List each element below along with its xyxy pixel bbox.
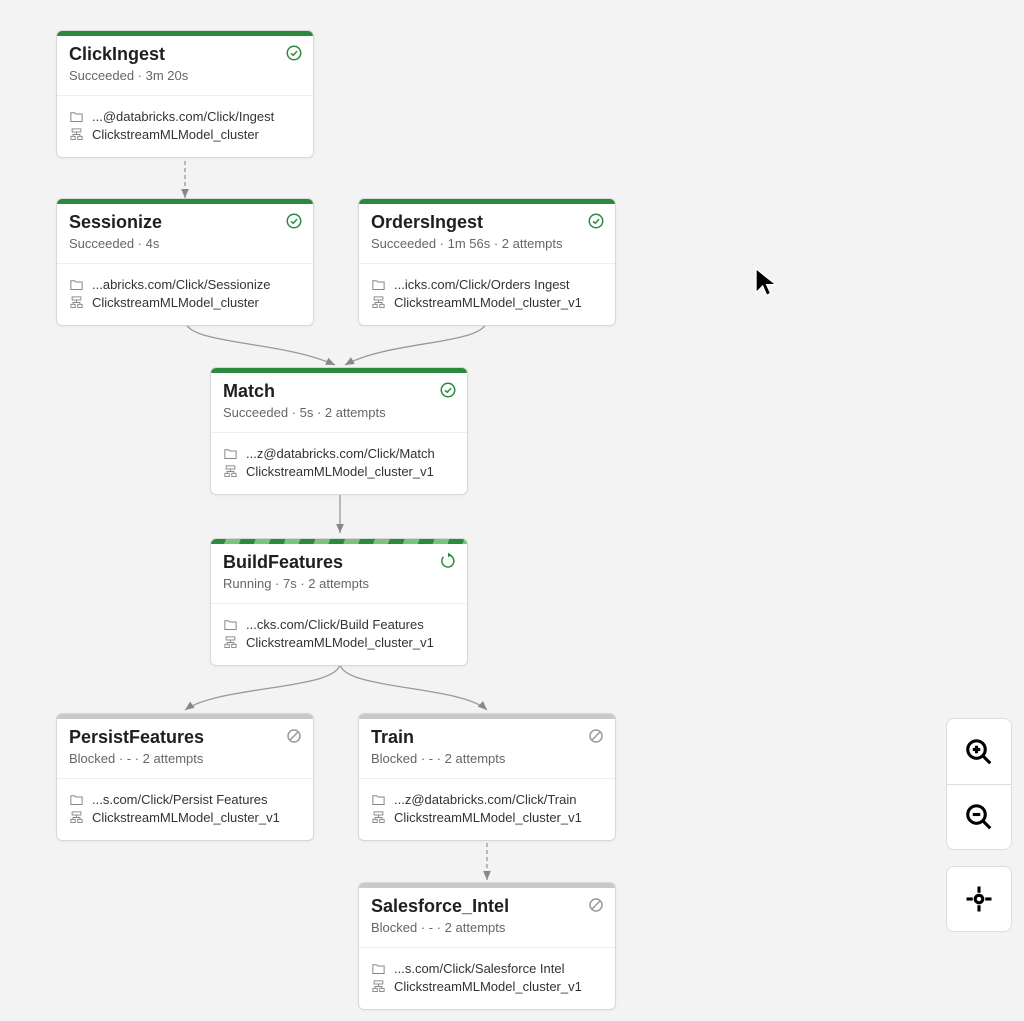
task-path-row: ...s.com/Click/Salesforce Intel (371, 961, 603, 976)
task-cluster-row: ClickstreamMLModel_cluster_v1 (69, 810, 301, 825)
task-node-clickingest[interactable]: ClickIngest Succeeded · 3m 20s ...@datab… (56, 30, 314, 158)
task-path: ...icks.com/Click/Orders Ingest (394, 277, 570, 292)
blocked-icon (587, 896, 605, 914)
task-path-row: ...@databricks.com/Click/Ingest (69, 109, 301, 124)
task-path: ...abricks.com/Click/Sessionize (92, 277, 270, 292)
task-cluster-row: ClickstreamMLModel_cluster_v1 (371, 810, 603, 825)
task-path-row: ...z@databricks.com/Click/Train (371, 792, 603, 807)
task-node-sessionize[interactable]: Sessionize Succeeded · 4s ...abricks.com… (56, 198, 314, 326)
task-path-row: ...z@databricks.com/Click/Match (223, 446, 455, 461)
folder-icon (371, 961, 386, 976)
folder-icon (69, 792, 84, 807)
task-path: ...s.com/Click/Salesforce Intel (394, 961, 565, 976)
cluster-icon (371, 979, 386, 994)
cluster-icon (69, 810, 84, 825)
zoom-out-icon (964, 802, 994, 832)
check-circle-icon (285, 44, 303, 62)
task-title: Match (223, 381, 455, 403)
task-path: ...s.com/Click/Persist Features (92, 792, 268, 807)
task-cluster: ClickstreamMLModel_cluster_v1 (246, 635, 434, 650)
refresh-icon (439, 552, 457, 570)
task-title: OrdersIngest (371, 212, 603, 234)
crosshair-icon (964, 884, 994, 914)
folder-icon (223, 617, 238, 632)
task-cluster-row: ClickstreamMLModel_cluster_v1 (223, 635, 455, 650)
task-path: ...cks.com/Click/Build Features (246, 617, 424, 632)
task-cluster: ClickstreamMLModel_cluster_v1 (394, 295, 582, 310)
zoom-in-icon (964, 737, 994, 767)
blocked-icon (587, 727, 605, 745)
task-status-text: Blocked · - · 2 attempts (69, 751, 301, 766)
task-status-text: Succeeded · 5s · 2 attempts (223, 405, 455, 420)
zoom-in-button[interactable] (946, 718, 1012, 784)
task-node-salesforce-intel[interactable]: Salesforce_Intel Blocked · - · 2 attempt… (358, 882, 616, 1010)
task-path-row: ...s.com/Click/Persist Features (69, 792, 301, 807)
task-status-text: Blocked · - · 2 attempts (371, 751, 603, 766)
task-node-train[interactable]: Train Blocked · - · 2 attempts ...z@data… (358, 713, 616, 841)
task-cluster: ClickstreamMLModel_cluster_v1 (246, 464, 434, 479)
cluster-icon (371, 295, 386, 310)
task-cluster: ClickstreamMLModel_cluster_v1 (92, 810, 280, 825)
task-path: ...@databricks.com/Click/Ingest (92, 109, 274, 124)
cluster-icon (223, 635, 238, 650)
task-title: ClickIngest (69, 44, 301, 66)
check-circle-icon (587, 212, 605, 230)
task-cluster-row: ClickstreamMLModel_cluster (69, 295, 301, 310)
folder-icon (69, 109, 84, 124)
cursor-icon (752, 266, 784, 298)
task-path: ...z@databricks.com/Click/Match (246, 446, 435, 461)
task-title: Train (371, 727, 603, 749)
task-cluster: ClickstreamMLModel_cluster (92, 127, 259, 142)
cluster-icon (69, 127, 84, 142)
folder-icon (69, 277, 84, 292)
task-status-text: Succeeded · 3m 20s (69, 68, 301, 83)
task-path-row: ...cks.com/Click/Build Features (223, 617, 455, 632)
center-graph-button[interactable] (946, 866, 1012, 932)
task-title: Sessionize (69, 212, 301, 234)
cluster-icon (371, 810, 386, 825)
task-node-ordersingest[interactable]: OrdersIngest Succeeded · 1m 56s · 2 atte… (358, 198, 616, 326)
task-status-text: Succeeded · 4s (69, 236, 301, 251)
task-node-match[interactable]: Match Succeeded · 5s · 2 attempts ...z@d… (210, 367, 468, 495)
dag-canvas[interactable]: ClickIngest Succeeded · 3m 20s ...@datab… (0, 0, 1024, 1021)
task-cluster-row: ClickstreamMLModel_cluster_v1 (371, 979, 603, 994)
folder-icon (371, 792, 386, 807)
cluster-icon (69, 295, 84, 310)
task-title: BuildFeatures (223, 552, 455, 574)
zoom-out-button[interactable] (946, 784, 1012, 850)
task-node-persistfeatures[interactable]: PersistFeatures Blocked · - · 2 attempts… (56, 713, 314, 841)
check-circle-icon (285, 212, 303, 230)
task-title: Salesforce_Intel (371, 896, 603, 918)
task-node-buildfeatures[interactable]: BuildFeatures Running · 7s · 2 attempts … (210, 538, 468, 666)
task-status-text: Succeeded · 1m 56s · 2 attempts (371, 236, 603, 251)
task-path-row: ...abricks.com/Click/Sessionize (69, 277, 301, 292)
check-circle-icon (439, 381, 457, 399)
folder-icon (223, 446, 238, 461)
task-path-row: ...icks.com/Click/Orders Ingest (371, 277, 603, 292)
blocked-icon (285, 727, 303, 745)
cluster-icon (223, 464, 238, 479)
graph-zoom-controls (946, 718, 1012, 932)
task-title: PersistFeatures (69, 727, 301, 749)
task-cluster-row: ClickstreamMLModel_cluster (69, 127, 301, 142)
folder-icon (371, 277, 386, 292)
task-cluster-row: ClickstreamMLModel_cluster_v1 (371, 295, 603, 310)
task-cluster: ClickstreamMLModel_cluster_v1 (394, 810, 582, 825)
task-cluster: ClickstreamMLModel_cluster (92, 295, 259, 310)
task-path: ...z@databricks.com/Click/Train (394, 792, 576, 807)
task-cluster-row: ClickstreamMLModel_cluster_v1 (223, 464, 455, 479)
task-cluster: ClickstreamMLModel_cluster_v1 (394, 979, 582, 994)
task-status-text: Blocked · - · 2 attempts (371, 920, 603, 935)
task-status-text: Running · 7s · 2 attempts (223, 576, 455, 591)
